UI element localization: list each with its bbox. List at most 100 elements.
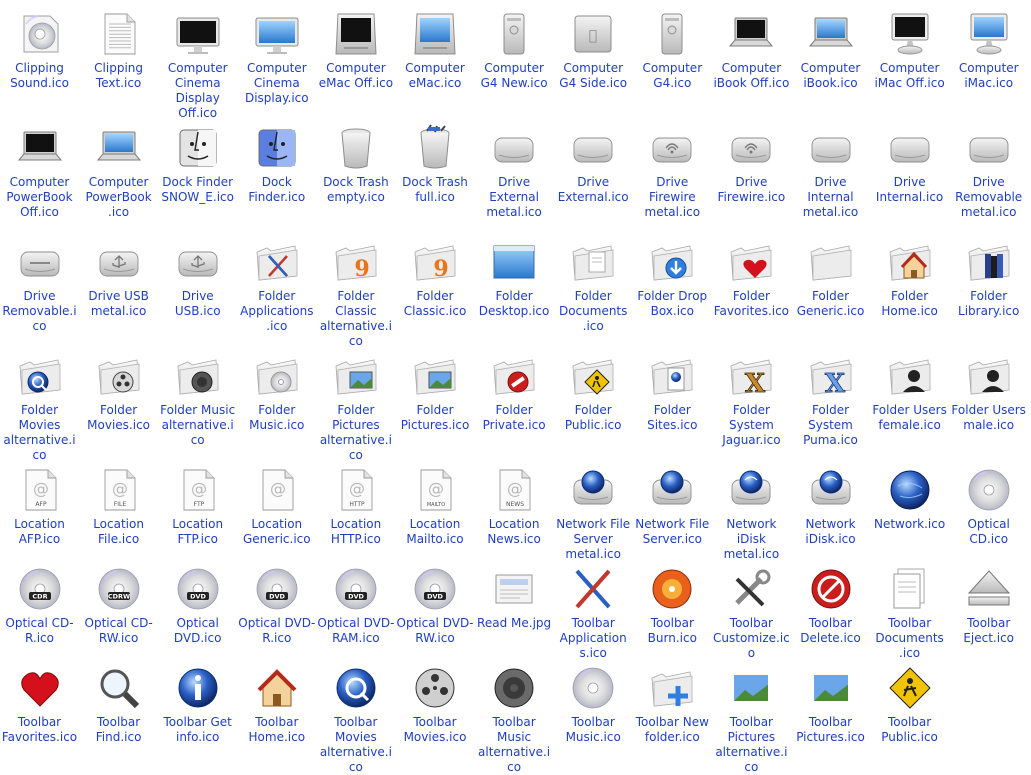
desktop-icon[interactable]: @ HTTP Location HTTP.ico	[316, 462, 395, 547]
desktop-icon[interactable]: Folder Music alternative.ico	[158, 348, 237, 448]
finder-icon	[253, 124, 301, 172]
desktop-icon[interactable]: Toolbar Pictures alternative.ico	[712, 660, 791, 775]
desktop-icon[interactable]: Dock Finder.ico	[237, 120, 316, 205]
desktop-icon[interactable]: DVD Optical DVD-RW.ico	[396, 561, 475, 646]
desktop-icon[interactable]: Computer G4 New.ico	[475, 6, 554, 91]
drive-usb-icon	[174, 238, 222, 286]
desktop-icon[interactable]: Toolbar New folder.ico	[633, 660, 712, 745]
desktop-icon[interactable]: Computer Cinema Display.ico	[237, 6, 316, 106]
icon-label: Computer iMac.ico	[958, 61, 1019, 90]
icon-label: Folder Documents .ico	[558, 289, 628, 333]
svg-text:NEWS: NEWS	[506, 501, 524, 508]
desktop-icon[interactable]: Folder Users female.ico	[870, 348, 949, 433]
desktop-icon[interactable]: Folder Documents .ico	[554, 234, 633, 334]
desktop-icon[interactable]: Clipping Text.ico	[79, 6, 158, 91]
desktop-icon[interactable]: Folder Music.ico	[237, 348, 316, 433]
desktop-icon[interactable]: Folder Desktop.ico	[475, 234, 554, 319]
desktop-icon[interactable]: Optical CD.ico	[949, 462, 1028, 547]
desktop-icon[interactable]: Toolbar Get info.ico	[158, 660, 237, 745]
desktop-icon[interactable]: Toolbar Favorites.ico	[0, 660, 79, 745]
desktop-icon[interactable]: @ AFP Location AFP.ico	[0, 462, 79, 547]
desktop-icon[interactable]: Drive Removable metal.ico	[949, 120, 1028, 220]
desktop-icon[interactable]: Drive Internal metal.ico	[791, 120, 870, 220]
desktop-icon[interactable]: Computer iMac Off.ico	[870, 6, 949, 91]
desktop-icon[interactable]: Folder Applications.ico	[237, 234, 316, 334]
desktop-icon[interactable]: Dock Finder SNOW_E.ico	[158, 120, 237, 205]
desktop-icon[interactable]: Toolbar Delete.ico	[791, 561, 870, 646]
desktop-icon[interactable]: Drive USB.ico	[158, 234, 237, 319]
desktop-icon[interactable]: @ NEWS Location News.ico	[475, 462, 554, 547]
desktop-icon[interactable]: Folder Drop Box.ico	[633, 234, 712, 319]
desktop-icon[interactable]: Folder Library.ico	[949, 234, 1028, 319]
desktop-icon[interactable]: Folder Movies alternative.ico	[0, 348, 79, 463]
svg-text:DVD: DVD	[427, 593, 443, 601]
desktop-icon[interactable]: DVD Optical DVD.ico	[158, 561, 237, 646]
desktop-icon[interactable]: Toolbar Documents .ico	[870, 561, 949, 661]
desktop-icon[interactable]: Network iDisk.ico	[791, 462, 870, 547]
desktop-icon[interactable]: Folder Favorites.ico	[712, 234, 791, 319]
desktop-icon[interactable]: Folder Public.ico	[554, 348, 633, 433]
desktop-icon[interactable]: Dock Trash empty.ico	[316, 120, 395, 205]
desktop-icon[interactable]: Toolbar Home.ico	[237, 660, 316, 745]
desktop-icon[interactable]: Folder Private.ico	[475, 348, 554, 433]
desktop-icon[interactable]: Toolbar Eject.ico	[949, 561, 1028, 646]
icon-label: Dock Trash empty.ico	[323, 175, 389, 204]
desktop-icon[interactable]: Clipping Sound.ico	[0, 6, 79, 91]
desktop-icon[interactable]: Toolbar Find.ico	[79, 660, 158, 745]
desktop-icon[interactable]: Drive USB metal.ico	[79, 234, 158, 319]
desktop-icon[interactable]: X Folder System Puma.ico	[791, 348, 870, 448]
desktop-icon[interactable]: Network File Server metal.ico	[554, 462, 633, 562]
desktop-icon[interactable]: Computer iMac.ico	[949, 6, 1028, 91]
desktop-icon[interactable]: Folder Movies.ico	[79, 348, 158, 433]
desktop-icon[interactable]: Drive Firewire metal.ico	[633, 120, 712, 220]
desktop-icon[interactable]: Network File Server.ico	[633, 462, 712, 547]
desktop-icon[interactable]: DVD Optical DVD-R.ico	[237, 561, 316, 646]
desktop-icon[interactable]: Toolbar Application s.ico	[554, 561, 633, 661]
desktop-icon[interactable]: Computer Cinema Display Off.ico	[158, 6, 237, 121]
desktop-icon[interactable]: Folder Home.ico	[870, 234, 949, 319]
desktop-icon[interactable]: Computer eMac Off.ico	[316, 6, 395, 91]
desktop-icon[interactable]:  Computer G4 Side.ico	[554, 6, 633, 91]
desktop-icon[interactable]: Toolbar Customize.ico	[712, 561, 791, 661]
net-server-icon	[569, 466, 617, 514]
tb-burn-icon	[648, 565, 696, 613]
desktop-icon[interactable]: @ Location Generic.ico	[237, 462, 316, 547]
desktop-icon[interactable]: Folder Sites.ico	[633, 348, 712, 433]
desktop-icon[interactable]: Drive External metal.ico	[475, 120, 554, 220]
desktop-icon[interactable]: Toolbar Movies alternative.ico	[316, 660, 395, 775]
desktop-icon[interactable]: Computer iBook.ico	[791, 6, 870, 91]
desktop-icon[interactable]: Toolbar Pictures.ico	[791, 660, 870, 745]
desktop-icon[interactable]: Computer G4.ico	[633, 6, 712, 91]
desktop-icon[interactable]: Toolbar Public.ico	[870, 660, 949, 745]
desktop-icon[interactable]: Folder Users male.ico	[949, 348, 1028, 433]
svg-text:FTP: FTP	[193, 501, 204, 508]
desktop-icon[interactable]: Toolbar Music.ico	[554, 660, 633, 745]
desktop-icon[interactable]: 9 Folder Classic.ico	[396, 234, 475, 319]
desktop-icon[interactable]: Computer PowerBook Off.ico	[0, 120, 79, 220]
desktop-icon[interactable]: Toolbar Burn.ico	[633, 561, 712, 646]
desktop-icon[interactable]: Drive Firewire.ico	[712, 120, 791, 205]
desktop-icon[interactable]: X Folder System Jaguar.ico	[712, 348, 791, 448]
desktop-icon[interactable]: CDRW Optical CD-RW.ico	[79, 561, 158, 646]
desktop-icon[interactable]: Drive Internal.ico	[870, 120, 949, 205]
desktop-icon[interactable]: Toolbar Movies.ico	[396, 660, 475, 745]
desktop-icon[interactable]: CDR Optical CD-R.ico	[0, 561, 79, 646]
desktop-icon[interactable]: Folder Generic.ico	[791, 234, 870, 319]
desktop-icon[interactable]: Folder Pictures.ico	[396, 348, 475, 433]
desktop-icon[interactable]: Read Me.jpg	[475, 561, 554, 631]
desktop-icon[interactable]: Computer PowerBook .ico	[79, 120, 158, 220]
desktop-icon[interactable]: Dock Trash full.ico	[396, 120, 475, 205]
desktop-icon[interactable]: @ FTP Location FTP.ico	[158, 462, 237, 547]
desktop-icon[interactable]: Drive Removable.ico	[0, 234, 79, 334]
desktop-icon[interactable]: Toolbar Music alternative.ico	[475, 660, 554, 775]
desktop-icon[interactable]: Network.ico	[870, 462, 949, 532]
desktop-icon[interactable]: Drive External.ico	[554, 120, 633, 205]
desktop-icon[interactable]: Network iDisk metal.ico	[712, 462, 791, 562]
desktop-icon[interactable]: DVD Optical DVD-RAM.ico	[316, 561, 395, 646]
desktop-icon[interactable]: Computer iBook Off.ico	[712, 6, 791, 91]
desktop-icon[interactable]: Computer eMac.ico	[396, 6, 475, 91]
desktop-icon[interactable]: @ FILE Location File.ico	[79, 462, 158, 547]
desktop-icon[interactable]: 9 Folder Classic alternative.ico	[316, 234, 395, 349]
desktop-icon[interactable]: @ MAILTO Location Mailto.ico	[396, 462, 475, 547]
desktop-icon[interactable]: Folder Pictures alternative.ico	[316, 348, 395, 463]
